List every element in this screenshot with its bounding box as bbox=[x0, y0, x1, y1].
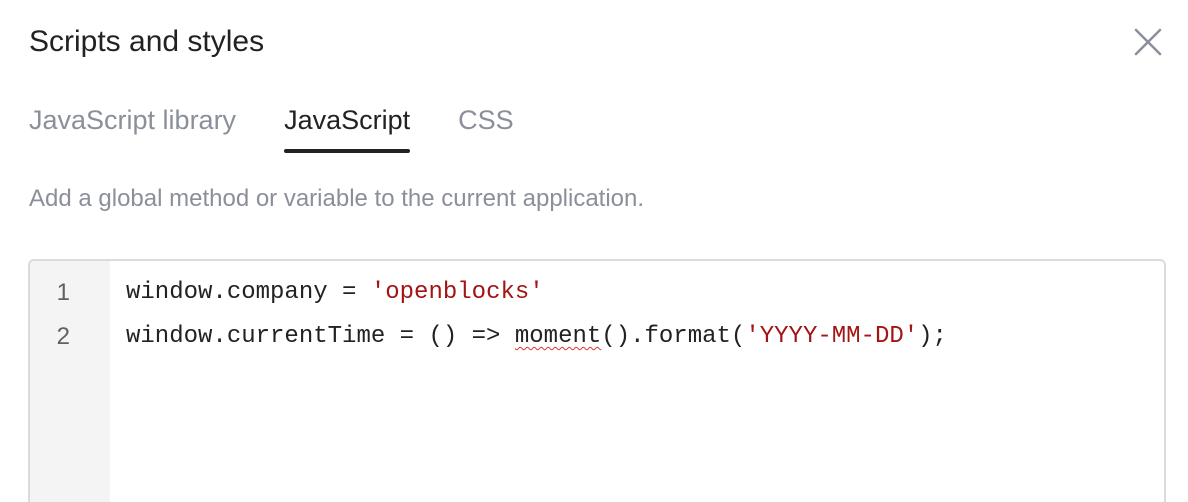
tab-label: JavaScript bbox=[284, 105, 411, 135]
code-text: ().format( bbox=[601, 323, 746, 350]
tab-label: CSS bbox=[458, 105, 514, 135]
code-line[interactable]: window.currentTime = () => moment().form… bbox=[126, 315, 947, 359]
line-number-gutter: 1 2 bbox=[30, 261, 110, 502]
code-editor[interactable]: 1 2 window.company = 'openblocks' window… bbox=[28, 259, 1166, 502]
line-number: 2 bbox=[56, 323, 70, 350]
string-literal: 'YYYY-MM-DD' bbox=[745, 323, 919, 350]
tab-bar: JavaScript library JavaScript CSS bbox=[29, 100, 562, 156]
tab-css[interactable]: CSS bbox=[458, 100, 514, 156]
description-text: Add a global method or variable to the c… bbox=[29, 185, 645, 212]
tab-label: JavaScript library bbox=[29, 105, 237, 135]
code-text: window.currentTime = () => bbox=[126, 323, 515, 350]
code-text: window.company = bbox=[126, 279, 371, 306]
tab-javascript[interactable]: JavaScript bbox=[284, 100, 411, 156]
code-line[interactable]: window.company = 'openblocks' bbox=[126, 271, 544, 315]
string-literal: 'openblocks' bbox=[370, 279, 544, 306]
active-tab-indicator bbox=[284, 149, 411, 153]
close-button[interactable] bbox=[1128, 22, 1168, 62]
lint-warning-token[interactable]: moment bbox=[515, 323, 601, 350]
code-text: ); bbox=[918, 323, 947, 350]
line-number: 1 bbox=[56, 279, 70, 306]
dialog-title: Scripts and styles bbox=[29, 25, 265, 58]
close-icon bbox=[1134, 28, 1162, 56]
tab-javascript-library[interactable]: JavaScript library bbox=[29, 100, 236, 156]
scripts-dialog: Scripts and styles JavaScript library Ja… bbox=[0, 0, 1188, 502]
